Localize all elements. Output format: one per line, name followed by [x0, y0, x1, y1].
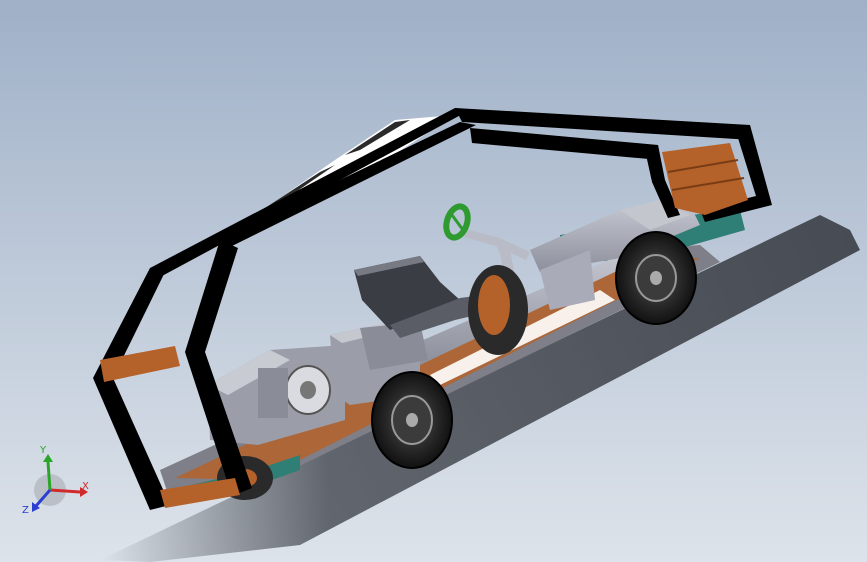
- x-axis-arrow: [49, 488, 81, 494]
- cad-viewport[interactable]: Y X Z: [0, 0, 867, 562]
- y-axis-label: Y: [40, 445, 47, 456]
- triad-graphic: [32, 454, 88, 512]
- front-right-wheel: [468, 265, 528, 355]
- x-axis-label: X: [82, 481, 89, 492]
- vehicle-model-render[interactable]: [0, 0, 867, 562]
- y-axis-arrow: [46, 461, 52, 491]
- rear-left-wheel: [371, 371, 453, 469]
- z-axis-label: Z: [22, 505, 29, 516]
- orientation-triad[interactable]: Y X Z: [20, 440, 100, 520]
- front-left-wheel: [615, 231, 697, 325]
